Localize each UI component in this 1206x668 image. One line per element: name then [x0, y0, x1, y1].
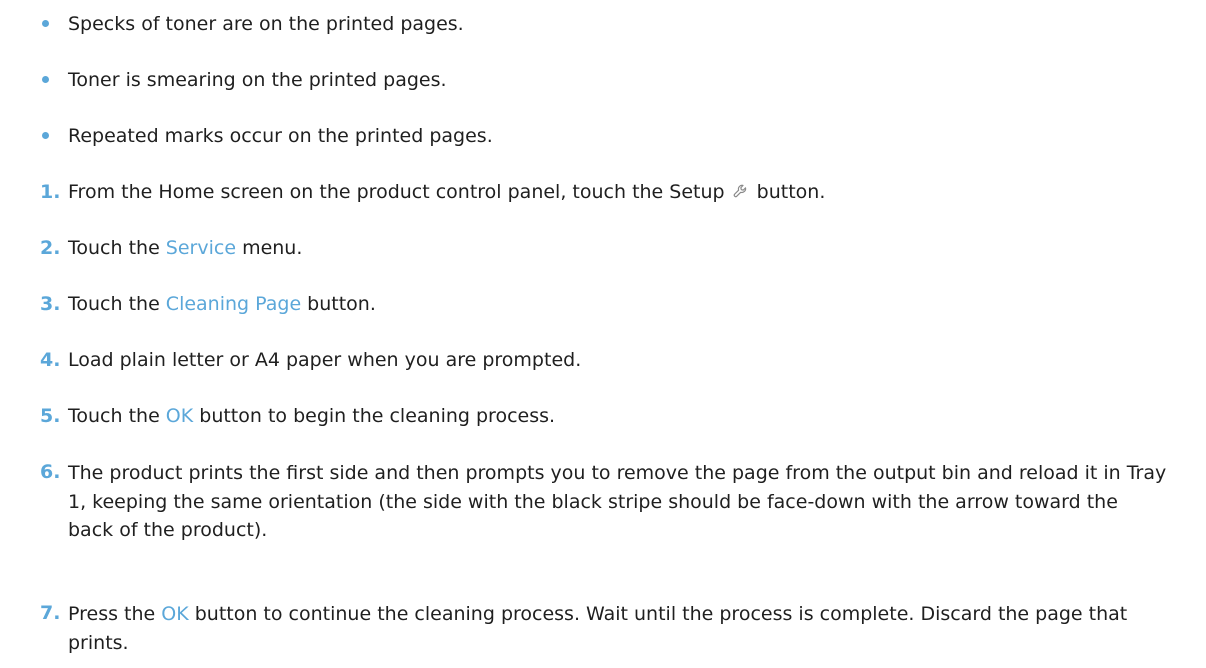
step-text-part: button. — [301, 293, 376, 315]
step-text-part: Touch the — [68, 405, 166, 427]
step-text: Touch the Service menu. — [68, 235, 1188, 261]
step-number: 7. — [40, 602, 61, 624]
step-text: Touch the OK button to begin the cleanin… — [68, 403, 1188, 429]
bullet-dot-icon — [42, 76, 49, 83]
step-text-part: Touch the — [68, 293, 166, 315]
menu-name-service: Service — [165, 237, 237, 259]
bullet-text: Repeated marks occur on the printed page… — [68, 125, 493, 147]
step-text: Press the OK button to continue the clea… — [68, 600, 1168, 657]
button-name-cleaning-page: Cleaning Page — [165, 293, 302, 315]
step-text: From the Home screen on the product cont… — [68, 179, 1188, 205]
step-number: 6. — [40, 461, 61, 483]
step-number: 5. — [40, 405, 61, 427]
step-text: Touch the Cleaning Page button. — [68, 291, 1188, 317]
bullet-text: Toner is smearing on the printed pages. — [68, 69, 447, 91]
step-text-part: button to begin the cleaning process. — [193, 405, 556, 427]
step-number: 4. — [40, 349, 61, 371]
button-name-ok: OK — [165, 405, 194, 427]
step-text: Load plain letter or A4 paper when you a… — [68, 349, 582, 371]
step-text-part: button to continue the cleaning process.… — [68, 603, 1128, 654]
step-number: 1. — [40, 181, 61, 203]
step-text-part: From the Home screen on the product cont… — [68, 181, 731, 203]
step-text-part: menu. — [236, 237, 303, 259]
button-name-ok: OK — [161, 603, 189, 625]
bullet-text: Specks of toner are on the printed pages… — [68, 13, 464, 35]
step-text-part: Press the — [68, 603, 162, 625]
bullet-dot-icon — [42, 132, 49, 139]
step-text-part: Touch the — [68, 237, 166, 259]
bullet-dot-icon — [42, 20, 49, 27]
step-text: The product prints the first side and th… — [68, 462, 1167, 541]
step-number: 2. — [40, 237, 61, 259]
step-text-part: button. — [750, 181, 826, 203]
step-number: 3. — [40, 293, 61, 315]
wrench-icon — [733, 184, 746, 198]
